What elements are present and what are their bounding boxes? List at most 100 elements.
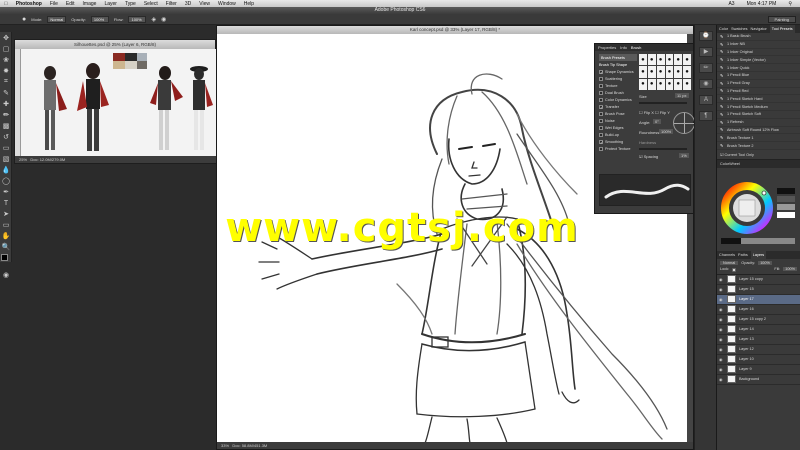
angle-field[interactable]: 0° bbox=[653, 119, 661, 124]
airbrush-icon[interactable]: ◈ bbox=[151, 16, 156, 23]
brush-setting-item[interactable]: ✓ Transfer bbox=[599, 103, 637, 110]
flow-field[interactable]: 100% bbox=[128, 15, 147, 23]
layer-row[interactable]: ◉ Layer 9 bbox=[717, 365, 800, 375]
eraser-icon[interactable]: ▭ bbox=[1, 143, 11, 153]
layer-row[interactable]: ◉ Layer 12 bbox=[717, 345, 800, 355]
brush-setting-item[interactable]: Brush Pose bbox=[599, 110, 637, 117]
brush-setting-checkbox[interactable]: ✓ bbox=[599, 69, 603, 74]
actions-icon[interactable]: ▶ bbox=[699, 47, 713, 57]
layer-row[interactable]: ◉ Layer 13 bbox=[717, 335, 800, 345]
tab-navigator[interactable]: Navigator bbox=[751, 25, 767, 33]
opacity-field[interactable]: 100% bbox=[90, 15, 109, 23]
layer-row[interactable]: ◉ Layer 15 bbox=[717, 285, 800, 295]
visibility-eye-icon[interactable]: ◉ bbox=[719, 327, 724, 332]
tab-brush[interactable]: Brush bbox=[631, 44, 641, 51]
brush-tip-thumbnail[interactable]: ● bbox=[639, 54, 647, 66]
visibility-eye-icon[interactable]: ◉ bbox=[719, 307, 724, 312]
document-window-silhouettes[interactable]: Silhouettes.psd @ 25% (Layer 6, RGB/8) 2… bbox=[14, 39, 217, 164]
menu-file[interactable]: File bbox=[46, 1, 62, 7]
tool-preset-item[interactable]: ✎ 1 Pencil Gray bbox=[717, 80, 800, 88]
brush-setting-item[interactable]: Scattering bbox=[599, 75, 637, 82]
brush-tool-icon[interactable]: ✏ bbox=[1, 110, 11, 120]
tab-properties[interactable]: Properties bbox=[598, 44, 616, 51]
brush-setting-item[interactable]: Protect Texture bbox=[599, 145, 637, 152]
doc1-zoom[interactable]: 25% bbox=[19, 157, 27, 162]
roundness-field[interactable]: 100% bbox=[659, 129, 674, 134]
fill-field[interactable]: 100% bbox=[783, 267, 797, 272]
zoom-tool-icon[interactable]: 🔍 bbox=[1, 242, 11, 252]
brush-tip-thumbnail[interactable]: ● bbox=[647, 54, 656, 66]
eyedropper-icon[interactable]: ✎ bbox=[1, 88, 11, 98]
visibility-eye-icon[interactable]: ◉ bbox=[719, 367, 724, 372]
spotlight-icon[interactable]: ⚲ bbox=[784, 1, 796, 7]
brush-setting-item[interactable]: Build-up bbox=[599, 131, 637, 138]
crop-tool-icon[interactable]: ⌗ bbox=[1, 77, 11, 87]
tool-preset-item[interactable]: ✎ 1 Inker Simple (Vector) bbox=[717, 56, 800, 65]
menu-select[interactable]: Select bbox=[140, 1, 162, 7]
brush-tip-thumbnail[interactable]: ● bbox=[665, 78, 674, 90]
gradient-icon[interactable]: ▧ bbox=[1, 154, 11, 164]
blur-icon[interactable]: 💧 bbox=[1, 165, 11, 175]
mode-select[interactable]: Normal bbox=[47, 15, 67, 23]
size-field[interactable]: 11 px bbox=[675, 93, 689, 98]
shape-tool-icon[interactable]: ▭ bbox=[1, 220, 11, 230]
brush-setting-item[interactable]: Texture bbox=[599, 82, 637, 89]
brush-setting-checkbox[interactable]: ✓ bbox=[599, 104, 603, 109]
brush-tip-thumbnail[interactable]: ● bbox=[665, 66, 674, 78]
layer-row[interactable]: ◉ Layer 15 copy bbox=[717, 275, 800, 285]
tool-preset-item[interactable]: ✎ Airbrush Soft Round 12% Flow bbox=[717, 127, 800, 135]
menu-view[interactable]: View bbox=[195, 1, 214, 7]
brush-tip-thumbnail[interactable]: ● bbox=[674, 54, 683, 66]
menu-help[interactable]: Help bbox=[240, 1, 258, 7]
move-tool-icon[interactable]: ✥ bbox=[1, 33, 11, 43]
lock-icon[interactable]: ▣ bbox=[732, 267, 736, 272]
brush-tip-thumbnail[interactable]: ● bbox=[639, 78, 647, 90]
tab-info[interactable]: Info bbox=[620, 44, 627, 51]
clone-source-icon[interactable]: ◉ bbox=[699, 79, 713, 89]
menu-image[interactable]: Image bbox=[79, 1, 101, 7]
menu-type[interactable]: Type bbox=[121, 1, 140, 7]
workspace-select[interactable]: Painting bbox=[767, 16, 796, 23]
brush-tip-thumbnail[interactable]: ● bbox=[665, 54, 674, 66]
tool-preset-item[interactable]: ✎ 1 Pencil Sketch Soft bbox=[717, 111, 800, 119]
history-brush-icon[interactable]: ↺ bbox=[1, 132, 11, 142]
visibility-eye-icon[interactable]: ◉ bbox=[719, 297, 724, 302]
clock[interactable]: Mon 4:17 PM bbox=[743, 1, 781, 7]
spacing-field[interactable]: 1% bbox=[679, 153, 689, 158]
visibility-eye-icon[interactable]: ◉ bbox=[719, 277, 724, 282]
brush-setting-item[interactable]: Wet Edges bbox=[599, 124, 637, 131]
brush-panel-icon[interactable]: ✏ bbox=[699, 63, 713, 73]
layer-row[interactable]: ◉ Layer 10 bbox=[717, 355, 800, 365]
pressure-icon[interactable]: ◉ bbox=[161, 16, 166, 23]
brush-tip-thumbnail[interactable]: ● bbox=[647, 78, 656, 90]
marquee-tool-icon[interactable]: ▢ bbox=[1, 44, 11, 54]
menu-layer[interactable]: Layer bbox=[100, 1, 121, 7]
hardness-slider[interactable] bbox=[639, 148, 687, 150]
tab-channels[interactable]: Channels bbox=[719, 251, 735, 259]
brush-tip-thumbnail[interactable]: ● bbox=[639, 66, 647, 78]
status-a3[interactable]: A3 bbox=[724, 1, 738, 7]
menu-filter[interactable]: Filter bbox=[162, 1, 181, 7]
brush-setting-checkbox[interactable] bbox=[599, 83, 603, 88]
dodge-icon[interactable]: ◯ bbox=[1, 176, 11, 186]
lasso-tool-icon[interactable]: ❀ bbox=[1, 55, 11, 65]
foreground-color-swatch[interactable] bbox=[1, 254, 8, 261]
brush-tip-thumbnail[interactable]: ● bbox=[656, 66, 665, 78]
brush-setting-checkbox[interactable] bbox=[599, 125, 603, 130]
visibility-eye-icon[interactable]: ◉ bbox=[719, 377, 724, 382]
brush-presets-button[interactable]: Brush Presets bbox=[599, 54, 637, 61]
tab-color[interactable]: Color bbox=[719, 25, 728, 33]
layer-row[interactable]: ◉ Background bbox=[717, 375, 800, 385]
menu-edit[interactable]: Edit bbox=[62, 1, 79, 7]
brush-setting-checkbox[interactable]: ✓ bbox=[599, 139, 603, 144]
tool-preset-item[interactable]: ✎ 1 Pencil Blue bbox=[717, 72, 800, 80]
tool-preset-item[interactable]: ✎ 1 Basic Brush bbox=[717, 33, 800, 41]
brush-tip-thumbnail[interactable]: ● bbox=[656, 78, 665, 90]
brush-setting-checkbox[interactable] bbox=[599, 90, 603, 95]
angle-roundness-widget[interactable] bbox=[673, 112, 695, 134]
flip-x[interactable]: ☐ Flip X bbox=[639, 110, 654, 115]
healing-icon[interactable]: ✚ bbox=[1, 99, 11, 109]
brush-tip-thumbnail[interactable]: ● bbox=[656, 54, 665, 66]
brush-tip-thumbnail[interactable]: ● bbox=[674, 78, 683, 90]
brush-tip-thumbnail[interactable]: ● bbox=[674, 66, 683, 78]
